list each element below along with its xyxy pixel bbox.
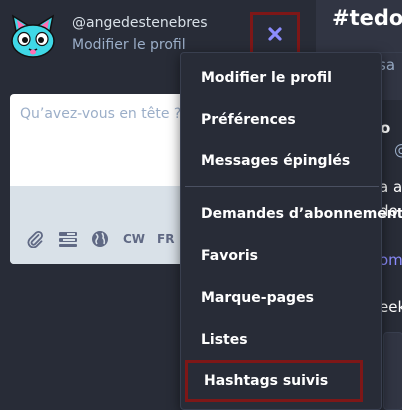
menu-item-bookmarks[interactable]: Marque-pages: [181, 280, 381, 316]
column-title[interactable]: #tedon: [332, 6, 402, 30]
language-button[interactable]: FR: [157, 232, 174, 246]
close-menu-button[interactable]: [250, 12, 300, 56]
username: @angedestenebres: [72, 15, 208, 31]
edit-profile-link[interactable]: Modifier le profil: [72, 37, 186, 53]
status-media[interactable]: [383, 332, 402, 410]
menu-item-edit-profile[interactable]: Modifier le profil: [181, 60, 381, 96]
menu-item-favourites[interactable]: Favoris: [181, 238, 381, 274]
status-text-fragment: a au: [379, 178, 402, 196]
add-poll-button[interactable]: [58, 228, 78, 250]
menu-item-lists[interactable]: Listes: [181, 322, 381, 358]
menu-item-follow-requests[interactable]: Demandes d’abonnement: [181, 196, 402, 232]
poll-icon: [59, 232, 77, 247]
privacy-button[interactable]: [91, 228, 109, 250]
globe-icon: [92, 231, 108, 247]
cyan-cat-avatar-icon: [11, 14, 55, 58]
menu-item-preferences[interactable]: Préférences: [181, 102, 381, 138]
status-text-fragment: eek: [379, 298, 402, 316]
menu-item-followed-hashtags[interactable]: Hashtags suivis: [185, 360, 363, 402]
menu-divider: [185, 186, 379, 187]
menu-item-pinned-posts[interactable]: Messages épinglés: [181, 143, 381, 179]
attach-media-button[interactable]: [26, 228, 44, 250]
profile-dropdown-menu: Modifier le profil Préférences Messages …: [180, 52, 402, 410]
content-warning-button[interactable]: CW: [123, 232, 145, 246]
status-link-fragment[interactable]: om: [379, 251, 402, 269]
close-icon: [268, 27, 282, 41]
status-handle-fragment: @: [394, 141, 402, 159]
avatar[interactable]: [9, 12, 57, 60]
paperclip-icon: [27, 230, 43, 248]
